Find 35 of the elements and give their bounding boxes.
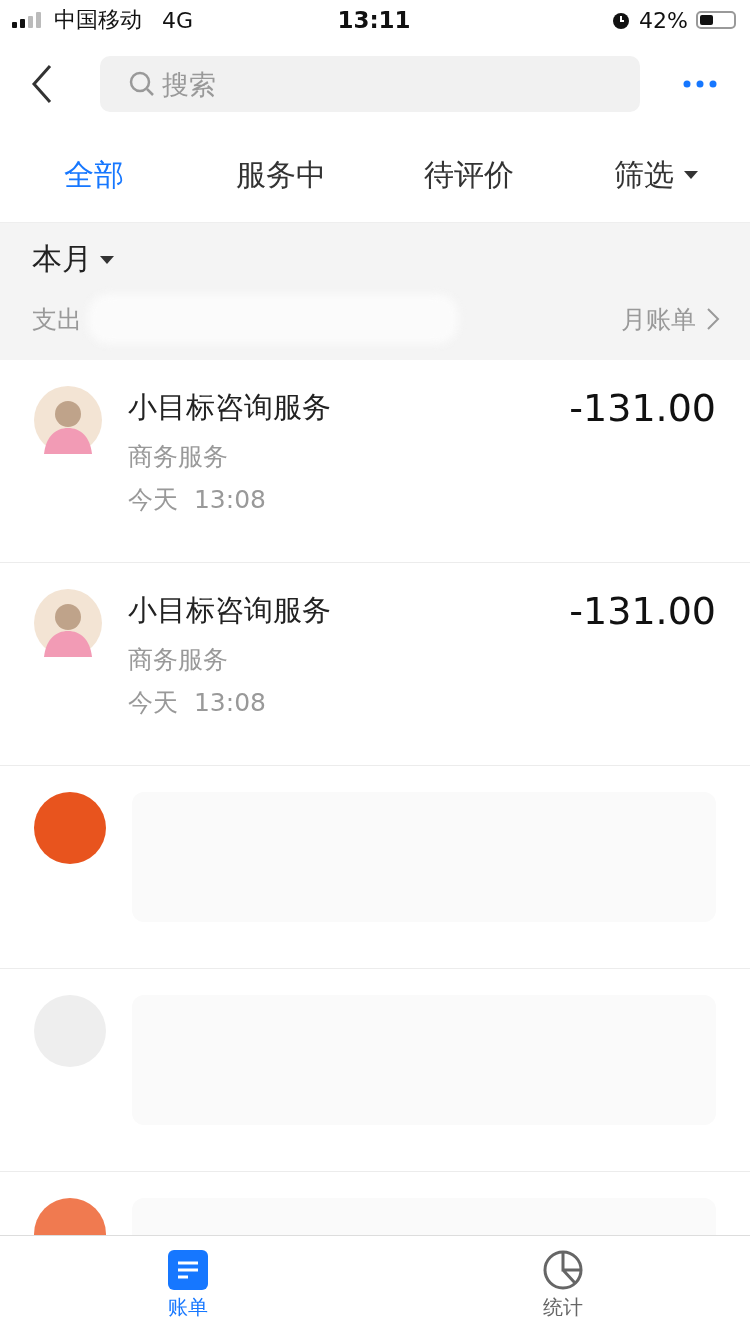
caret-icon — [100, 255, 114, 264]
transaction-row[interactable]: 小目标咨询服务 -131.00 商务服务 今天 13:08 — [0, 360, 750, 563]
transaction-category: 商务服务 — [128, 441, 229, 473]
transaction-time: 今天 13:08 — [128, 484, 267, 516]
carrier-name: 中国移动 — [54, 6, 142, 34]
network-type: 4G — [162, 7, 194, 33]
filter-tab[interactable]: 全部 — [0, 128, 188, 222]
search-field[interactable]: 搜索 — [100, 56, 640, 112]
caret-icon — [684, 171, 699, 179]
month-selector[interactable]: 本月 — [32, 239, 114, 280]
transaction-row[interactable]: 小目标咨询服务 -131.00 商务服务 今天 13:08 — [0, 563, 750, 766]
clock-time: 13:11 — [337, 7, 411, 33]
more-icon — [683, 80, 717, 88]
transaction-title: 小目标咨询服务 — [128, 389, 331, 426]
back-icon — [30, 64, 54, 104]
list-icon — [167, 1249, 208, 1290]
filter-tab[interactable]: 服务中 — [187, 128, 375, 222]
transaction-time: 今天 13:08 — [128, 687, 267, 719]
chevron-icon — [706, 307, 720, 331]
battery-icon — [696, 11, 736, 29]
filter-tab[interactable]: 待评价 — [375, 128, 563, 222]
transaction-amount: -131.00 — [569, 386, 716, 430]
avatar-icon — [34, 589, 102, 657]
avatar-icon — [34, 386, 102, 454]
battery-percent: 42% — [639, 7, 688, 33]
pie-chart-icon — [542, 1249, 583, 1290]
transaction-category: 商务服务 — [128, 644, 229, 676]
filter-tab[interactable]: 筛选 — [562, 128, 750, 222]
bottom-tab[interactable]: 账单 — [0, 1236, 375, 1334]
alarm-icon — [611, 10, 632, 30]
expense-label: 支出 — [32, 303, 82, 336]
bottom-tab[interactable]: 统计 — [375, 1236, 750, 1334]
transaction-title: 小目标咨询服务 — [128, 592, 331, 629]
search-icon — [128, 70, 156, 98]
transaction-amount: -131.00 — [569, 589, 716, 633]
